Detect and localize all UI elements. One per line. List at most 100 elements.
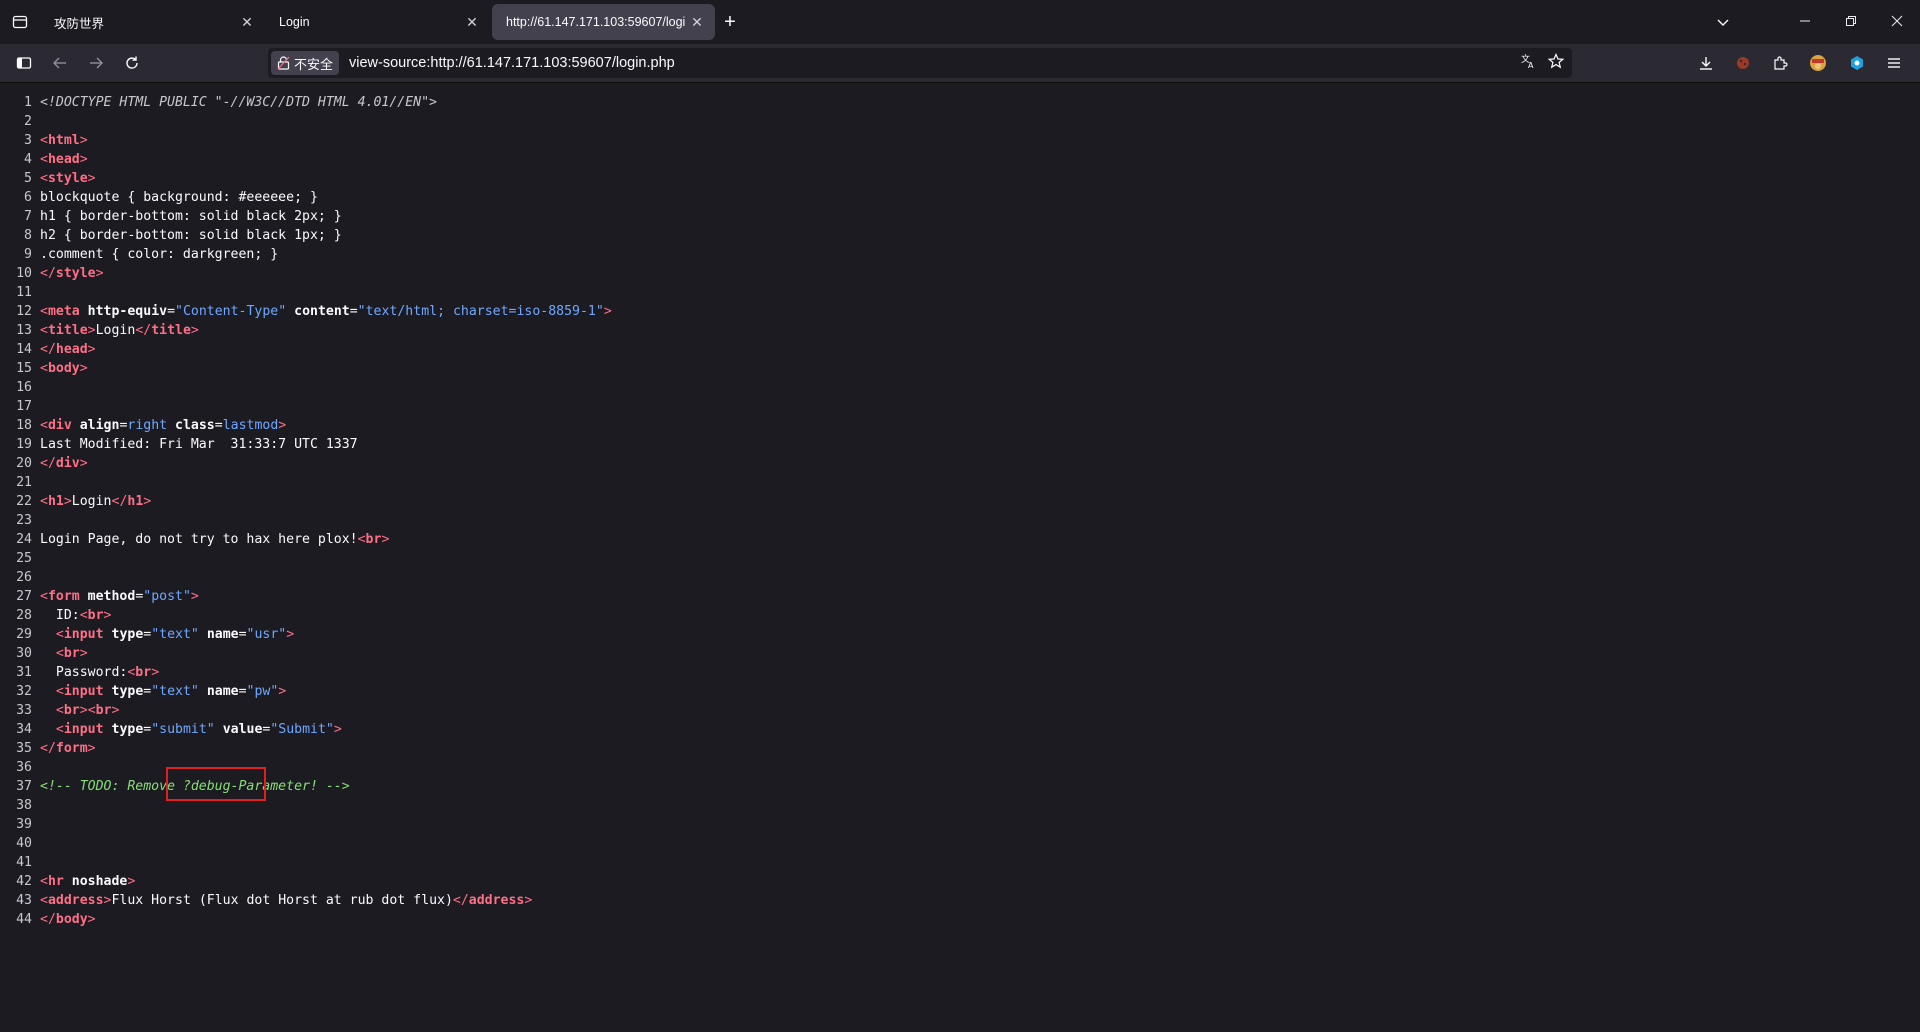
line-number: 23 — [16, 513, 32, 528]
source-line: 34 <input type="submit" value="Submit"> — [0, 720, 1920, 739]
line-code: </body> — [40, 912, 96, 927]
minimize-button[interactable] — [1782, 14, 1828, 30]
line-number: 28 — [16, 608, 32, 623]
source-line: 3 <html> — [0, 131, 1920, 150]
source-line: 44 </body> — [0, 910, 1920, 929]
source-line: 37 <!-- TODO: Remove ?debug-Parameter! --… — [0, 777, 1920, 796]
translate-button[interactable]: 文 A — [1520, 53, 1536, 74]
source-line: 33 <br><br> — [0, 701, 1920, 720]
source-line: 10 </style> — [0, 264, 1920, 283]
line-number: 6 — [24, 190, 32, 205]
arrow-left-icon — [53, 57, 66, 69]
tab-title: 攻防世界 — [54, 16, 105, 31]
source-line: 38 — [0, 796, 1920, 815]
line-number: 4 — [24, 152, 32, 167]
source-line: 7 h1 { border-bottom: solid black 2px; } — [0, 207, 1920, 226]
app-menu-button[interactable] — [1880, 49, 1908, 77]
line-code: h1 { border-bottom: solid black 2px; } — [40, 209, 342, 224]
tab-view-source[interactable]: http://61.147.171.103:59607/logi ✕ — [492, 4, 715, 40]
line-code: <address>Flux Horst (Flux dot Horst at r… — [40, 893, 533, 908]
line-code: <!DOCTYPE HTML PUBLIC "-//W3C//DTD HTML … — [40, 95, 437, 110]
source-line: 28 ID:<br> — [0, 606, 1920, 625]
line-number: 18 — [16, 418, 32, 433]
line-number: 30 — [16, 646, 32, 661]
extension-button[interactable] — [1729, 49, 1757, 77]
profile-extension-button[interactable] — [1804, 49, 1832, 77]
source-line: 16 — [0, 378, 1920, 397]
close-icon — [1891, 15, 1903, 27]
url-text[interactable]: view-source:http://61.147.171.103:59607/… — [349, 55, 675, 71]
tab-gongfang[interactable]: 攻防世界 ✕ — [40, 4, 265, 40]
download-icon — [1700, 57, 1712, 70]
line-number: 22 — [16, 494, 32, 509]
restore-button[interactable] — [1828, 14, 1874, 30]
line-number: 42 — [16, 874, 32, 889]
line-code: <input type="submit" value="Submit"> — [55, 722, 342, 737]
downloads-button[interactable] — [1692, 49, 1720, 77]
line-code: Password:<br> — [40, 665, 160, 680]
line-number: 17 — [16, 399, 32, 414]
source-line: 17 — [0, 397, 1920, 416]
line-number: 2 — [24, 114, 32, 129]
source-line: 11 — [0, 283, 1920, 302]
sidebar-icon — [16, 57, 32, 69]
tab-title: http://61.147.171.103:59607/logi — [506, 15, 686, 29]
source-line: 43 <address>Flux Horst (Flux dot Horst at… — [0, 891, 1920, 910]
back-button[interactable] — [46, 49, 74, 77]
line-number: 10 — [16, 266, 32, 281]
star-icon — [1547, 52, 1565, 68]
line-number: 36 — [16, 760, 32, 775]
source-line: 26 — [0, 568, 1920, 587]
line-number: 15 — [16, 361, 32, 376]
line-number: 31 — [16, 665, 32, 680]
line-number: 44 — [16, 912, 32, 927]
line-code: <body> — [40, 361, 88, 376]
line-number: 14 — [16, 342, 32, 357]
close-window-button[interactable] — [1874, 14, 1920, 30]
security-label: 不安全 — [294, 56, 334, 72]
source-line: 42 <hr noshade> — [0, 872, 1920, 891]
close-icon[interactable]: ✕ — [464, 14, 480, 31]
firefox-view-icon — [12, 15, 28, 29]
source-line: 4 <head> — [0, 150, 1920, 169]
source-line: 39 — [0, 815, 1920, 834]
close-icon[interactable]: ✕ — [689, 14, 705, 31]
line-number: 41 — [16, 855, 32, 870]
tab-title: Login — [279, 15, 310, 29]
url-bar[interactable]: 不安全 view-source:http://61.147.171.103:59… — [268, 48, 1572, 78]
line-number: 12 — [16, 304, 32, 319]
line-number: 35 — [16, 741, 32, 756]
line-code: <input type="text" name="usr"> — [55, 627, 295, 642]
line-number: 25 — [16, 551, 32, 566]
source-line: 8 h2 { border-bottom: solid black 1px; } — [0, 226, 1920, 245]
list-all-tabs-button[interactable] — [1708, 0, 1738, 44]
line-number: 7 — [24, 209, 32, 224]
firefox-view-button[interactable] — [0, 0, 40, 44]
line-number: 24 — [16, 532, 32, 547]
extension-blue-button[interactable] — [1843, 49, 1871, 77]
line-number: 9 — [24, 247, 32, 262]
new-tab-button[interactable]: + — [715, 11, 745, 34]
line-number: 11 — [16, 285, 32, 300]
reload-button[interactable] — [118, 49, 146, 77]
forward-button[interactable] — [82, 49, 110, 77]
reload-icon — [126, 56, 138, 69]
line-code: </style> — [40, 266, 104, 281]
source-line: 35 </form> — [0, 739, 1920, 758]
extensions-button[interactable] — [1766, 49, 1794, 77]
close-icon[interactable]: ✕ — [239, 14, 255, 31]
line-number: 16 — [16, 380, 32, 395]
line-number: 38 — [16, 798, 32, 813]
line-code: <h1>Login</h1> — [40, 494, 152, 509]
line-number: 5 — [24, 171, 32, 186]
tab-strip: 攻防世界 ✕ Login ✕ http://61.147.171.103:596… — [0, 0, 1920, 44]
sidebar-button[interactable] — [10, 49, 38, 77]
security-indicator[interactable]: 不安全 — [271, 51, 340, 75]
line-code: Last Modified: Fri Mar 31:33:7 UTC 1337 — [40, 437, 358, 452]
source-view: 1 <!DOCTYPE HTML PUBLIC "-//W3C//DTD HTML… — [0, 93, 1920, 929]
tab-login[interactable]: Login ✕ — [265, 4, 490, 40]
source-line: 30 <br> — [0, 644, 1920, 663]
bookmark-button[interactable] — [1547, 52, 1565, 74]
translate-icon: 文 A — [1521, 53, 1534, 70]
line-code: .comment { color: darkgreen; } — [40, 247, 279, 262]
